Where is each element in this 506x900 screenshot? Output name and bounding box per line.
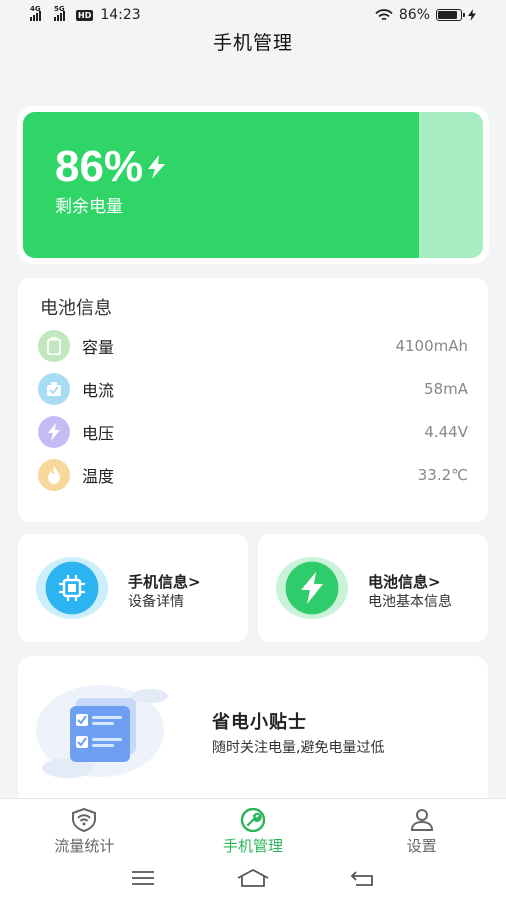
lightning-icon — [276, 557, 348, 619]
info-value: 33.2℃ — [417, 466, 468, 484]
battery-info-nav-subtitle: 电池基本信息 — [368, 594, 452, 610]
charging-bolt-icon — [148, 155, 166, 179]
tab-phone-management[interactable]: 手机管理 — [169, 799, 338, 856]
battery-level-bar: 86% 剩余电量 — [23, 112, 483, 258]
tips-subtitle: 随时关注电量,避免电量过低 — [212, 740, 385, 756]
battery-icon — [436, 9, 465, 21]
info-row-capacity: 容量 4100mAh — [38, 330, 468, 362]
network-type-2: 5G — [54, 5, 65, 13]
chip-icon — [36, 557, 108, 619]
info-label: 温度 — [82, 467, 115, 486]
phone-info-subtitle: 设备详情 — [128, 594, 184, 610]
wifi-icon — [375, 8, 393, 20]
info-value: 4100mAh — [395, 337, 468, 355]
page-title: 手机管理 — [212, 32, 293, 54]
tab-label: 手机管理 — [223, 837, 284, 855]
tab-traffic-stats[interactable]: 流量统计 — [0, 799, 169, 856]
signal-4g-icon: 4G — [30, 5, 41, 21]
info-row-voltage: 电压 4.44V — [38, 416, 468, 448]
current-icon — [38, 373, 70, 405]
tips-title: 省电小贴士 — [212, 712, 307, 733]
charging-icon — [468, 9, 476, 21]
info-value: 4.44V — [424, 423, 468, 441]
menu-icon[interactable] — [130, 869, 156, 887]
info-label: 容量 — [82, 338, 115, 357]
network-type-1: 4G — [30, 5, 41, 13]
wrench-icon — [240, 808, 266, 832]
info-value: 58mA — [424, 380, 468, 398]
battery-capacity-icon — [38, 330, 70, 362]
info-label: 电流 — [82, 381, 115, 400]
phone-info-title: 手机信息> — [128, 573, 201, 591]
status-bar: 4G 5G HD 14:23 86% — [0, 0, 506, 30]
info-row-temperature: 温度 33.2℃ — [38, 459, 468, 491]
battery-level-card: 86% 剩余电量 — [17, 106, 489, 264]
tab-label: 设置 — [406, 837, 437, 855]
status-time: 14:23 — [100, 7, 141, 23]
battery-info-title: 电池信息 — [40, 298, 112, 319]
battery-info-card: 电池信息 容量 4100mAh 电流 58mA 电压 4.44V 温度 33.2… — [18, 278, 488, 522]
info-row-current: 电流 58mA — [38, 373, 468, 405]
battery-info-nav-card[interactable]: 电池信息> 电池基本信息 — [258, 534, 488, 642]
info-label: 电压 — [82, 424, 115, 443]
phone-info-card[interactable]: 手机信息> 设备详情 — [18, 534, 248, 642]
voltage-icon — [38, 416, 70, 448]
wifi-shield-icon — [72, 808, 97, 832]
battery-percent-text: 86% — [55, 142, 144, 191]
checklist-illustration — [36, 685, 168, 778]
back-icon[interactable] — [350, 869, 376, 887]
hd-voice-icon: HD — [76, 9, 94, 21]
home-icon[interactable] — [236, 868, 270, 888]
bottom-tab-bar: 流量统计 手机管理 设置 — [0, 798, 506, 856]
status-battery-percent: 86% — [398, 7, 430, 23]
temperature-icon — [38, 459, 70, 491]
battery-info-nav-title: 电池信息> — [368, 573, 441, 591]
battery-remaining-label: 剩余电量 — [55, 197, 123, 217]
tab-settings[interactable]: 设置 — [337, 799, 506, 856]
user-icon — [410, 809, 433, 831]
tab-label: 流量统计 — [54, 837, 115, 855]
power-saving-tips-card[interactable]: 省电小贴士 随时关注电量,避免电量过低 — [18, 656, 488, 806]
battery-percent: 86% — [55, 142, 167, 192]
signal-5g-icon: 5G — [54, 5, 65, 21]
system-navigation-bar — [0, 856, 506, 900]
